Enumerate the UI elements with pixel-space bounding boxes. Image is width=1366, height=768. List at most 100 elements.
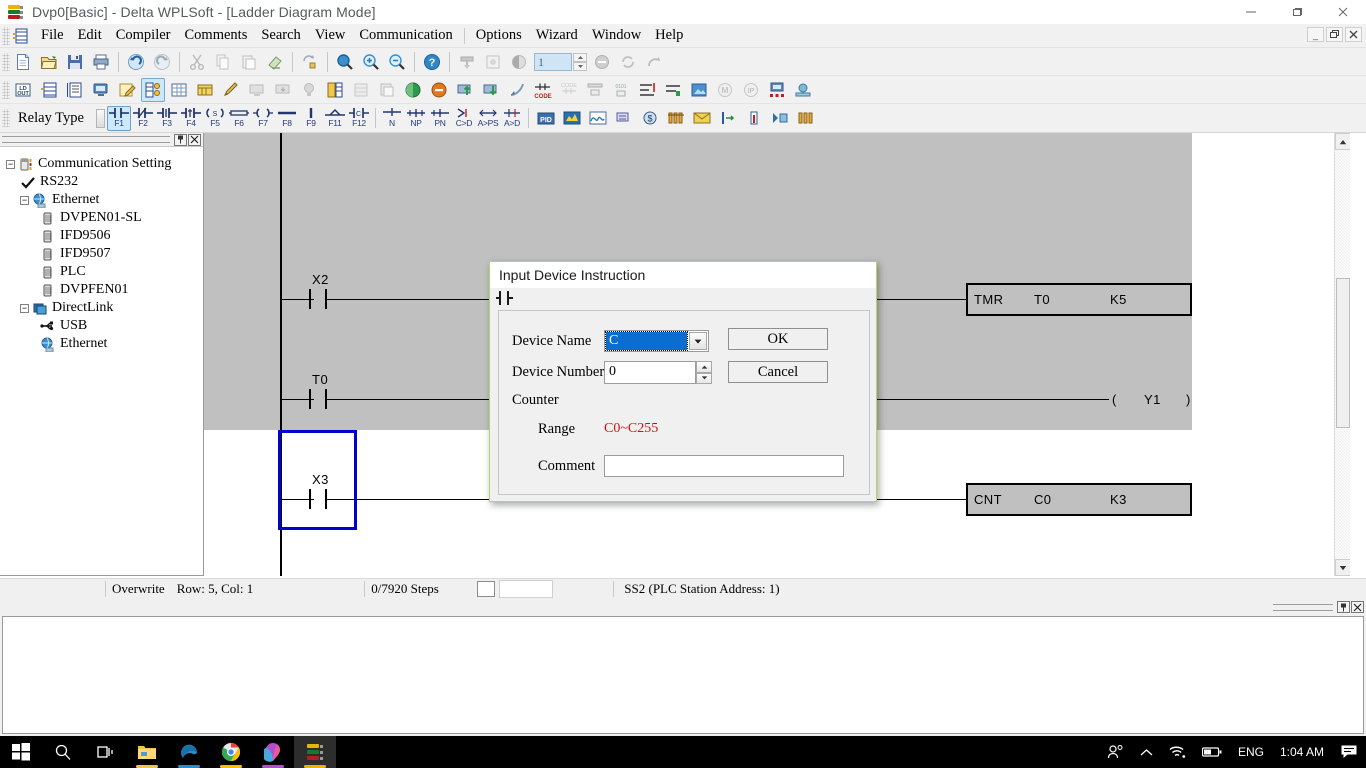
expander-icon[interactable]: −: [20, 195, 29, 205]
clock[interactable]: 1:04 AM: [1272, 736, 1332, 768]
menu-item-communication[interactable]: Communication: [352, 25, 459, 46]
tree-node-ethernet[interactable]: − Ethernet: [6, 191, 203, 209]
ladder-vertical-scrollbar[interactable]: [1334, 133, 1350, 576]
minimize-button[interactable]: [1228, 0, 1274, 24]
pid-icon[interactable]: PID: [534, 106, 558, 130]
menu-item-window[interactable]: Window: [585, 25, 648, 46]
horizontal-line-button[interactable]: F6: [227, 106, 251, 131]
spinner-up-button[interactable]: [573, 52, 587, 62]
tree-node-ifd9507[interactable]: IFD9507: [6, 245, 203, 263]
menu-item-comments[interactable]: Comments: [178, 25, 255, 46]
output-dock-grip[interactable]: [1273, 603, 1333, 611]
bulb-icon[interactable]: [297, 78, 321, 102]
pin-icon[interactable]: [1337, 601, 1350, 613]
plc-to-pc-icon[interactable]: [271, 78, 295, 102]
run-icon[interactable]: [401, 78, 425, 102]
vertical-link-button[interactable]: F9: [299, 106, 323, 131]
grid-icon[interactable]: [167, 78, 191, 102]
cut-icon[interactable]: [185, 50, 209, 74]
negate-button[interactable]: N: [380, 106, 404, 131]
app-button[interactable]: [252, 736, 294, 768]
menu-item-options[interactable]: Options: [469, 25, 529, 46]
comm-setting-icon[interactable]: [141, 77, 165, 102]
chevron-down-icon[interactable]: [689, 332, 707, 350]
tree-node-plc[interactable]: PLC: [6, 263, 203, 281]
picture-icon[interactable]: [687, 78, 711, 102]
contact-x2[interactable]: [309, 289, 327, 309]
redo-arrow-icon[interactable]: [642, 50, 666, 74]
edge-button[interactable]: [168, 736, 210, 768]
wifi-icon[interactable]: [1161, 736, 1194, 768]
dollar-icon[interactable]: $: [638, 106, 662, 130]
eraser-icon[interactable]: [263, 50, 287, 74]
menu-grip[interactable]: [2, 26, 10, 45]
falling-pulse-button[interactable]: PN: [428, 106, 452, 131]
menu-item-file[interactable]: File: [34, 25, 71, 46]
zoom-in-icon[interactable]: [359, 50, 383, 74]
expander-icon[interactable]: −: [20, 303, 29, 313]
insert-row-icon[interactable]: [716, 106, 740, 130]
stop-icon[interactable]: [427, 78, 451, 102]
upload-icon[interactable]: [453, 78, 477, 102]
toolbar3-grip[interactable]: [2, 109, 10, 127]
output-coil-button[interactable]: F7: [251, 106, 275, 131]
insert-icon[interactable]: [661, 78, 685, 102]
tree-node-ifd9506[interactable]: IFD9506: [6, 227, 203, 245]
menu-item-search[interactable]: Search: [254, 25, 307, 46]
tree-node-dvpen01-sl[interactable]: DVPEN01-SL: [6, 209, 203, 227]
pen-icon[interactable]: [219, 78, 243, 102]
chrome-button[interactable]: [210, 736, 252, 768]
menu-item-help[interactable]: Help: [648, 25, 690, 46]
tree-node-usb[interactable]: USB: [6, 317, 203, 335]
tree-node-rs232[interactable]: RS232: [6, 173, 203, 191]
edit-mode-icon[interactable]: [115, 78, 139, 102]
step-spinner-input[interactable]: 1: [534, 52, 572, 71]
new-file-icon[interactable]: [11, 50, 35, 74]
paste-icon[interactable]: [237, 50, 261, 74]
contact-t0[interactable]: [309, 389, 327, 409]
ok-button[interactable]: OK: [728, 328, 828, 350]
monitor-icon[interactable]: [89, 78, 113, 102]
file-explorer-button[interactable]: [126, 736, 168, 768]
rising-pulse-button[interactable]: NP: [404, 106, 428, 131]
start-button[interactable]: [0, 736, 42, 768]
spinner-down-button[interactable]: [573, 61, 587, 71]
scroll-up-button[interactable]: [1335, 133, 1350, 150]
find-m-icon[interactable]: M: [713, 78, 737, 102]
instruction-block-tmr[interactable]: TMR T0 K5: [966, 283, 1192, 316]
step-spinner-arrows[interactable]: [573, 52, 587, 71]
scroll-down-button[interactable]: [1335, 559, 1350, 576]
pc-to-plc-icon[interactable]: [245, 78, 269, 102]
horizontal-link-button[interactable]: F8: [275, 106, 299, 131]
device-name-value[interactable]: C: [605, 331, 688, 351]
code-contact-icon[interactable]: CODE: [531, 78, 555, 102]
people-icon[interactable]: [1099, 736, 1132, 768]
step-spinner[interactable]: 1: [534, 52, 587, 71]
find-ip-icon[interactable]: IP: [739, 78, 763, 102]
ladder-view-icon[interactable]: [37, 78, 61, 102]
ladder-edit-cursor[interactable]: [278, 430, 357, 530]
menu-item-view[interactable]: View: [308, 25, 353, 46]
cancel-button[interactable]: Cancel: [728, 361, 828, 383]
tree-node-directlink-ethernet[interactable]: Ethernet: [6, 335, 203, 353]
register-icon[interactable]: [193, 78, 217, 102]
run-stop-icon[interactable]: [507, 50, 531, 74]
a-to-d-button[interactable]: A>D: [500, 106, 524, 131]
normally-open-contact-button[interactable]: F1: [106, 105, 131, 131]
expander-icon[interactable]: −: [6, 159, 15, 169]
sort-icon[interactable]: [612, 106, 636, 130]
network-icon[interactable]: [765, 78, 789, 102]
zoom-out-icon[interactable]: [385, 50, 409, 74]
download-icon[interactable]: [479, 78, 503, 102]
help-icon[interactable]: ?: [420, 50, 444, 74]
thermometer-icon[interactable]: [742, 106, 766, 130]
chart-icon[interactable]: [560, 106, 584, 130]
spinner-up-button[interactable]: [696, 361, 712, 373]
menu-item-wizard[interactable]: Wizard: [529, 25, 585, 46]
device-name-combobox[interactable]: C: [604, 330, 709, 352]
comment-input[interactable]: [604, 455, 844, 477]
tree-node-directlink[interactable]: − DirectLink: [6, 299, 203, 317]
panel-grip[interactable]: [2, 136, 170, 143]
wplsoft-button[interactable]: [294, 736, 336, 768]
step-run-icon[interactable]: [768, 106, 792, 130]
